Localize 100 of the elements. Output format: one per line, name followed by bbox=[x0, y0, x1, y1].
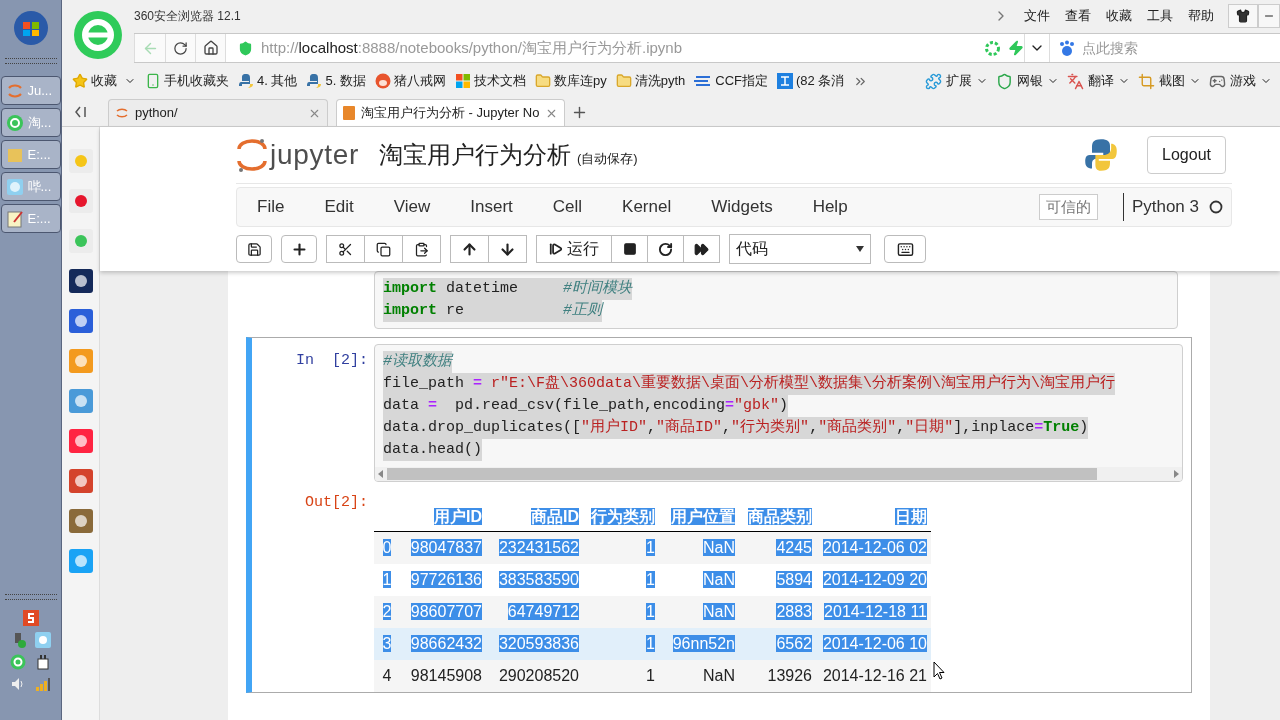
code-editor[interactable]: import datetime #时间模块 import re #正则 bbox=[374, 271, 1178, 329]
browser-logo-icon[interactable] bbox=[10, 654, 26, 670]
menu-item[interactable]: 文件 bbox=[1024, 6, 1050, 26]
table-cell: 13926 bbox=[767, 667, 812, 684]
move-down-button[interactable] bbox=[488, 235, 527, 263]
browser-tab[interactable]: python/ bbox=[108, 99, 328, 126]
bookmark-item[interactable]: 数库连py bbox=[534, 71, 607, 91]
bookmark-item[interactable]: 手机收藏夹 bbox=[145, 71, 229, 91]
column-header: 行为类别 bbox=[591, 507, 655, 525]
copy-icon bbox=[376, 241, 391, 257]
menu-item[interactable]: 帮助 bbox=[1188, 6, 1214, 26]
power-plug-icon[interactable] bbox=[35, 654, 51, 670]
horizontal-scrollbar[interactable] bbox=[375, 467, 1182, 481]
speaker-icon[interactable] bbox=[10, 676, 26, 692]
bookmark-item[interactable]: 清洗pyth bbox=[615, 71, 686, 91]
toolbar-item[interactable]: 游戏 bbox=[1209, 71, 1272, 91]
scroll-left-icon[interactable] bbox=[377, 470, 385, 478]
bookmark-item[interactable]: (82 条消 bbox=[776, 71, 845, 91]
logout-button[interactable]: Logout bbox=[1147, 136, 1226, 174]
table-cell: 2883 bbox=[776, 603, 812, 620]
s-logo-icon[interactable] bbox=[22, 610, 39, 626]
table-cell: 4245 bbox=[776, 539, 812, 556]
table-cell: 98145908 bbox=[410, 667, 482, 684]
trusted-indicator[interactable]: 可信的 bbox=[1038, 193, 1098, 221]
autosave-status: (自动保存) bbox=[576, 150, 638, 169]
table-cell: NaN bbox=[703, 539, 735, 556]
browser-logo-icon[interactable] bbox=[73, 10, 123, 60]
bookmark-item[interactable]: 4. 其他 bbox=[238, 71, 298, 91]
menu-item[interactable]: 查看 bbox=[1065, 6, 1091, 26]
add-cell-button[interactable] bbox=[281, 235, 317, 263]
bookmark-item[interactable]: 5. 数据 bbox=[306, 71, 366, 91]
stop-icon bbox=[622, 242, 637, 256]
reload-icon bbox=[173, 40, 188, 56]
table-row[interactable]: 4 98145908 290208520 1 NaN 13926 2014-12-16 21 bbox=[374, 660, 931, 692]
folder-icon bbox=[615, 73, 632, 89]
toolbar-item[interactable]: 翻译 bbox=[1067, 71, 1130, 91]
row-index: 0 bbox=[382, 539, 392, 556]
menu-item[interactable]: Edit bbox=[304, 194, 374, 220]
run-all-button[interactable] bbox=[683, 235, 720, 263]
step-forward-icon bbox=[549, 242, 563, 256]
menu-item[interactable]: Kernel bbox=[602, 194, 692, 220]
menu-item[interactable]: View bbox=[373, 194, 451, 220]
jupyter-brand[interactable]: jupyter bbox=[270, 134, 359, 176]
reload-button[interactable] bbox=[166, 34, 196, 62]
move-up-button[interactable] bbox=[450, 235, 489, 263]
toolbar-item[interactable]: 网银 bbox=[996, 71, 1059, 91]
interrupt-button[interactable] bbox=[611, 235, 648, 263]
notebook-cell[interactable]: import datetime #时间模块 import re #正则 bbox=[246, 271, 1192, 329]
run-button[interactable]: 运行 bbox=[536, 235, 612, 263]
toolbar-item[interactable]: 扩展 bbox=[925, 71, 988, 91]
kernel-name: Python 3 bbox=[1131, 196, 1199, 219]
bookmark-item[interactable]: 收藏 bbox=[72, 71, 136, 91]
home-button[interactable] bbox=[196, 34, 226, 62]
crop-icon bbox=[1138, 72, 1155, 90]
lightning-icon[interactable] bbox=[1008, 40, 1024, 56]
stripes-logo-icon bbox=[694, 75, 713, 87]
keyboard-button[interactable] bbox=[884, 235, 926, 263]
url-text[interactable]: http://localhost:8888/notebooks/python/淘宝用户行为分析.ipynb bbox=[261, 36, 683, 60]
start-orb-icon[interactable] bbox=[12, 10, 49, 46]
menu-item[interactable]: Cell bbox=[532, 194, 603, 220]
signal-icon[interactable] bbox=[35, 676, 51, 692]
code-editor[interactable]: #读取数据 file_path = r"E:\F盘\360data\重要数据\桌面\分析模型\数据集\分析案例\淘宝用户行为\淘宝用户行 data = pd.read_csv(file_path,encoding="gbk") data.drop_duplicates(["用户ID","商品ID","行为类别","商品类别","日期"],inplace=True) data.head() bbox=[374, 344, 1183, 482]
bookmark-item[interactable]: 技术文档 bbox=[454, 71, 526, 91]
toolbar-item[interactable]: 截图 bbox=[1138, 71, 1201, 91]
copy-button[interactable] bbox=[364, 235, 403, 263]
menu-item[interactable]: Widgets bbox=[691, 194, 793, 220]
pig-face-icon bbox=[374, 73, 391, 89]
scroll-right-icon[interactable] bbox=[1172, 470, 1180, 478]
notebook-title[interactable]: 淘宝用户行为分析 bbox=[378, 137, 571, 173]
bookmark-item[interactable]: 猪八戒网 bbox=[374, 71, 446, 91]
menu-item[interactable]: 工具 bbox=[1147, 6, 1173, 26]
bookmark-item[interactable]: CCF指定 bbox=[694, 71, 768, 91]
notebook-cell[interactable] bbox=[246, 337, 1192, 693]
menu-item[interactable]: Insert bbox=[450, 194, 533, 220]
book-icon bbox=[343, 106, 355, 120]
column-header: 日期 bbox=[895, 507, 927, 525]
menu-item[interactable]: 收藏 bbox=[1106, 6, 1132, 26]
row-index: 2 bbox=[382, 603, 392, 620]
paste-button[interactable] bbox=[402, 235, 441, 263]
menu-item[interactable]: File bbox=[237, 194, 305, 220]
jupyter-logo-icon[interactable] bbox=[236, 137, 268, 173]
table-cell: 96nn52n bbox=[672, 635, 735, 652]
skin-button[interactable] bbox=[1228, 4, 1258, 28]
dropdown-button[interactable] bbox=[1024, 34, 1050, 62]
app-icon[interactable] bbox=[68, 269, 93, 293]
table-cell: 2014-12-06 10 bbox=[822, 635, 927, 652]
shirt-icon bbox=[1236, 9, 1250, 23]
aperture-icon[interactable] bbox=[985, 40, 1000, 56]
save-button[interactable] bbox=[236, 235, 272, 263]
scrollbar-thumb[interactable] bbox=[387, 468, 1097, 480]
restart-button[interactable] bbox=[647, 235, 684, 263]
menu-item[interactable]: Help bbox=[792, 194, 868, 220]
browser-tab[interactable]: 淘宝用户行为分析 - Jupyter No bbox=[336, 99, 566, 126]
arrow-up-icon bbox=[461, 240, 478, 258]
puzzle-icon bbox=[925, 72, 942, 90]
table-cell: 1 bbox=[646, 635, 655, 652]
address-field[interactable]: http://localhost:8888/notebooks/python/淘宝用户行为分析.ipynb bbox=[226, 34, 1024, 62]
cell-type-select[interactable]: 代码 bbox=[729, 234, 871, 264]
cut-button[interactable] bbox=[326, 235, 365, 263]
table-cell: 2014-12-06 02 bbox=[822, 539, 927, 556]
